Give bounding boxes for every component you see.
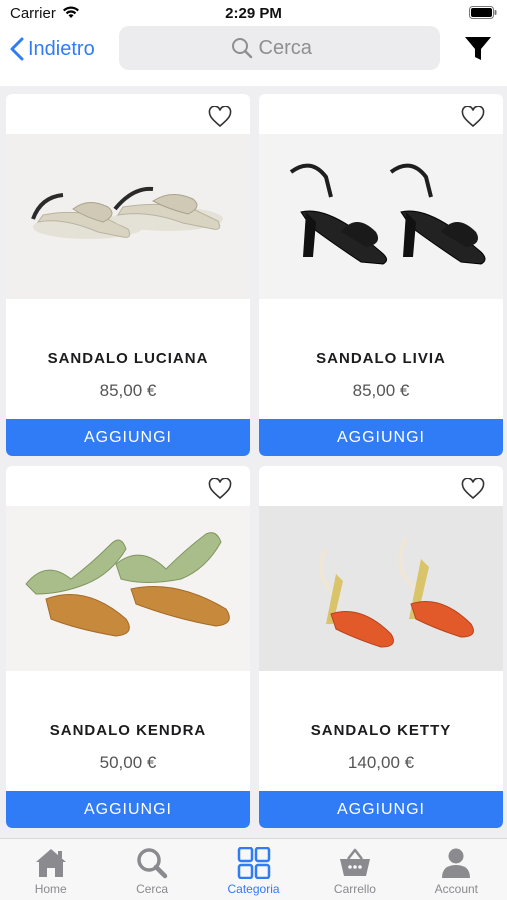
product-card[interactable]: SANDALO KETTY 140,00 € AGGIUNGI	[259, 466, 503, 828]
product-grid: SANDALO LUCIANA 85,00 € AGGIUNGI SANDALO…	[0, 86, 507, 838]
basket-icon	[339, 848, 370, 876]
product-price: 85,00 €	[99, 381, 157, 400]
product-price: 50,00 €	[99, 753, 157, 772]
tab-home[interactable]: Home	[0, 839, 101, 900]
product-price: 140,00 €	[347, 753, 415, 772]
person-icon	[442, 848, 471, 878]
tab-label: Home	[34, 882, 67, 896]
tab-label: Account	[434, 882, 478, 896]
add-to-cart-button[interactable]: AGGIUNGI	[6, 419, 250, 456]
tab-label: Cerca	[136, 882, 169, 896]
product-price: 85,00 €	[352, 381, 410, 400]
tab-account[interactable]: Account	[406, 839, 507, 900]
product-image[interactable]	[6, 134, 250, 299]
favorite-button[interactable]	[461, 477, 485, 505]
search-icon	[231, 37, 253, 59]
product-image[interactable]	[259, 134, 503, 299]
tab-search[interactable]: Cerca	[101, 839, 202, 900]
home-icon	[35, 849, 66, 877]
product-card[interactable]: SANDALO LUCIANA 85,00 € AGGIUNGI	[6, 94, 250, 456]
heart-icon	[461, 105, 485, 132]
product-name: SANDALO LUCIANA	[47, 350, 209, 367]
back-label: Indietro	[28, 37, 95, 60]
sandal-green-thong-image	[24, 531, 230, 637]
favorite-button[interactable]	[208, 105, 232, 133]
add-to-cart-button[interactable]: AGGIUNGI	[259, 419, 503, 456]
add-to-cart-button[interactable]: AGGIUNGI	[6, 791, 250, 828]
battery-icon	[469, 6, 497, 24]
product-card[interactable]: SANDALO KENDRA 50,00 € AGGIUNGI	[6, 466, 250, 828]
product-image[interactable]	[259, 506, 503, 671]
grid-icon	[237, 847, 270, 879]
heart-icon	[208, 105, 232, 132]
filter-button[interactable]	[464, 36, 492, 67]
tab-bar: Home Cerca Categoria Carrello Account	[0, 838, 507, 900]
favorite-button[interactable]	[461, 105, 485, 133]
add-to-cart-button[interactable]: AGGIUNGI	[259, 791, 503, 828]
back-button[interactable]: Indietro	[10, 34, 95, 64]
favorite-button[interactable]	[208, 477, 232, 505]
search-icon	[137, 848, 168, 879]
clock: 2:29 PM	[225, 5, 282, 22]
tab-label: Categoria	[227, 882, 280, 896]
heart-icon	[461, 477, 485, 504]
product-name: SANDALO LIVIA	[316, 350, 446, 367]
navigation-bar: Indietro	[0, 26, 507, 74]
tab-cart[interactable]: Carrello	[304, 839, 405, 900]
tab-label: Carrello	[333, 882, 376, 896]
sandal-beige-flat-image	[31, 186, 223, 239]
product-card[interactable]: SANDALO LIVIA 85,00 € AGGIUNGI	[259, 94, 503, 456]
chevron-left-icon	[10, 37, 24, 61]
product-name: SANDALO KETTY	[310, 722, 452, 739]
product-image[interactable]	[6, 506, 250, 671]
sandal-black-heel-image	[289, 163, 486, 265]
product-name: SANDALO KENDRA	[49, 722, 207, 739]
tab-category[interactable]: Categoria	[203, 839, 304, 900]
filter-icon	[464, 37, 492, 66]
search-bar[interactable]	[119, 26, 440, 70]
status-bar: Carrier 2:29 PM	[0, 0, 507, 26]
sandal-orange-heel-image	[319, 537, 474, 648]
heart-icon	[208, 477, 232, 504]
search-input[interactable]	[258, 36, 329, 60]
